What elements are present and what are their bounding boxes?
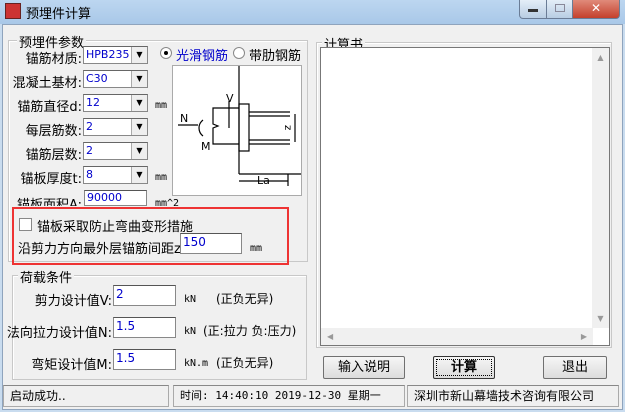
radio-ribbed-label[interactable]: 带肋钢筋 <box>249 45 301 64</box>
window-title: 预埋件计算 <box>26 7 92 22</box>
minimize-button[interactable] <box>519 0 547 19</box>
diagram-v: V <box>226 92 234 105</box>
chevron-down-icon: ▼ <box>131 95 147 111</box>
chevron-down-icon: ▼ <box>131 47 147 63</box>
radio-ribbed[interactable] <box>233 47 245 59</box>
concrete-select[interactable]: C30 ▼ <box>83 70 148 88</box>
area-label: 锚板面积A: <box>16 198 82 206</box>
n-note: (正:拉力 负:压力) <box>203 324 297 338</box>
chevron-down-icon: ▼ <box>131 143 147 159</box>
vertical-scrollbar[interactable]: ▲ ▼ <box>592 48 609 328</box>
m-label: 弯矩设计值M: <box>31 358 112 373</box>
maximize-button[interactable] <box>546 0 573 19</box>
per-layer-label: 每层筋数: <box>25 124 82 139</box>
anchor-diagram: V N M z La <box>172 65 302 196</box>
area-unit: mm^2 <box>155 198 180 206</box>
m-unit: kN.m <box>184 358 209 369</box>
thickness-unit: mm <box>155 172 168 183</box>
app-icon <box>5 3 21 19</box>
n-label: 法向拉力设计值N: <box>6 326 112 341</box>
radio-smooth-label[interactable]: 光滑钢筋 <box>176 45 228 64</box>
report-textarea[interactable]: ▲ ▼ ◀ ▶ <box>320 47 610 346</box>
diagram-m: M <box>201 140 211 153</box>
diameter-label: 锚筋直径d: <box>17 100 82 115</box>
chevron-down-icon: ▼ <box>131 119 147 135</box>
loads-group-title: 荷载条件 <box>18 267 75 286</box>
input-help-button[interactable]: 输入说明 <box>323 356 405 379</box>
z-label: 沿剪力方向最外层锚筋间距z: <box>18 242 186 257</box>
status-message: 启动成功.. <box>3 385 169 407</box>
v-label: 剪力设计值V: <box>34 294 112 309</box>
z-input[interactable]: 150 <box>180 233 242 254</box>
bending-checkbox-label[interactable]: 锚板采取防止弯曲变形措施 <box>37 216 193 235</box>
layers-label: 锚筋层数: <box>25 148 82 163</box>
radio-smooth[interactable] <box>160 47 172 59</box>
v-unit: kN <box>184 294 197 305</box>
horizontal-scrollbar[interactable]: ◀ ▶ <box>321 328 593 345</box>
exit-button[interactable]: 退出 <box>543 356 607 379</box>
status-company: 深圳市新山幕墙技术咨询有限公司 <box>407 385 619 407</box>
calculate-button[interactable]: 计算 <box>433 356 495 379</box>
per-layer-select[interactable]: 2 ▼ <box>83 118 148 136</box>
thickness-label: 锚板厚度t: <box>20 172 82 187</box>
diagram-n: N <box>180 112 188 125</box>
layers-select[interactable]: 2 ▼ <box>83 142 148 160</box>
m-note: (正负无异) <box>216 356 274 370</box>
chevron-down-icon: ▼ <box>131 167 147 183</box>
diagram-la: La <box>257 174 270 187</box>
v-note: (正负无异) <box>216 292 274 306</box>
n-unit: kN <box>184 326 197 337</box>
diameter-unit: mm <box>155 100 168 111</box>
v-input[interactable]: 2 <box>113 285 176 306</box>
bending-checkbox[interactable] <box>19 218 32 231</box>
concrete-label: 混凝土基材: <box>12 76 82 91</box>
material-label: 锚筋材质: <box>25 52 82 67</box>
diagram-z: z <box>282 125 293 130</box>
status-time: 时间: 14:40:10 2019-12-30 星期一 <box>173 385 405 407</box>
diameter-select[interactable]: 12 ▼ <box>83 94 148 112</box>
thickness-select[interactable]: 8 ▼ <box>83 166 148 184</box>
n-input[interactable]: 1.5 <box>113 317 176 338</box>
title-bar: 预埋件计算 ✕ <box>0 0 625 24</box>
close-button[interactable]: ✕ <box>572 0 620 19</box>
area-input[interactable]: 90000 <box>84 190 147 206</box>
material-select[interactable]: HPB235 ▼ <box>83 46 148 64</box>
z-unit: mm <box>250 243 263 254</box>
m-input[interactable]: 1.5 <box>113 349 176 370</box>
chevron-down-icon: ▼ <box>131 71 147 87</box>
